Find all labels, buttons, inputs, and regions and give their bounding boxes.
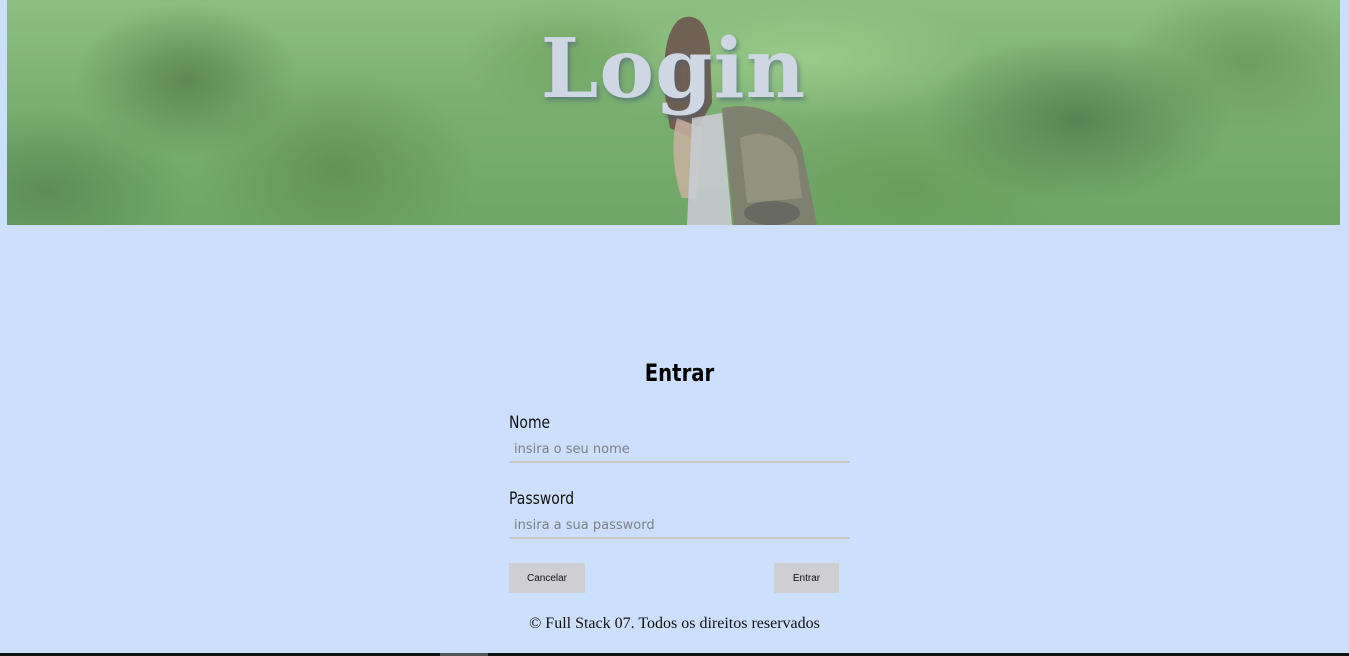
page-title: Login (540, 21, 807, 117)
cancel-button[interactable]: Cancelar (509, 563, 585, 593)
header-banner: Login (7, 0, 1340, 225)
password-input[interactable] (509, 513, 850, 539)
submit-button[interactable]: Entrar (774, 563, 839, 593)
password-label: Password (509, 489, 575, 509)
login-form: Entrar Nome Password Cancelar Entrar (509, 355, 850, 593)
name-input[interactable] (509, 437, 850, 463)
form-title: Entrar (644, 359, 715, 387)
name-field-group: Nome (509, 411, 850, 463)
footer-copyright: © Full Stack 07. Todos os direitos reser… (529, 615, 820, 632)
password-field-group: Password (509, 487, 850, 539)
name-label: Nome (509, 413, 551, 433)
